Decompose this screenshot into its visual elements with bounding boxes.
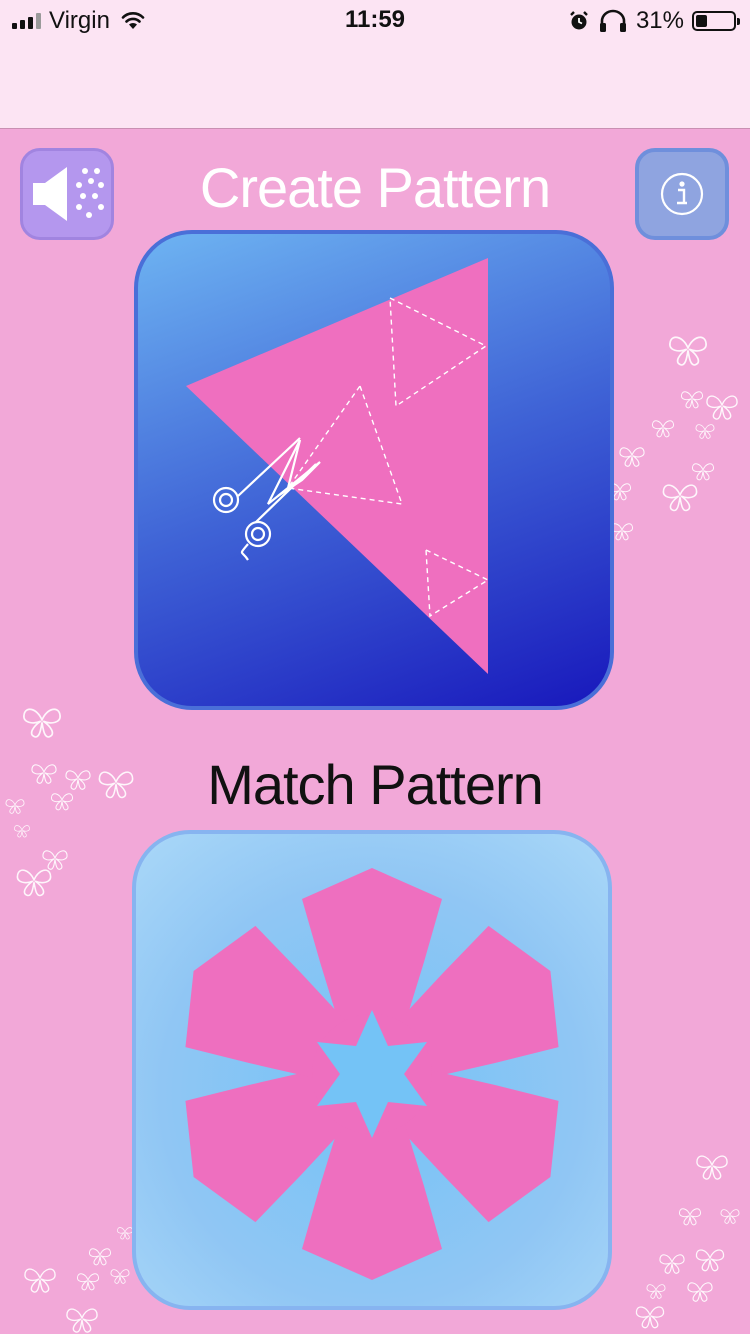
match-pattern-button[interactable] — [132, 830, 612, 1310]
header-band — [0, 40, 750, 129]
flower-pattern-illustration — [158, 868, 586, 1280]
battery-icon — [692, 11, 740, 31]
status-right: 31% — [568, 7, 740, 35]
headphones-icon — [599, 9, 626, 32]
status-bar: Virgin 11:59 31% — [0, 0, 750, 40]
triangle-pattern-illustration — [186, 258, 490, 674]
create-pattern-button[interactable] — [134, 230, 614, 710]
match-pattern-title: Match Pattern — [207, 753, 544, 816]
battery-percent: 31% — [635, 7, 684, 34]
create-pattern-title: Create Pattern — [199, 156, 551, 219]
battery-fill — [696, 15, 707, 27]
alarm-icon — [570, 11, 588, 30]
